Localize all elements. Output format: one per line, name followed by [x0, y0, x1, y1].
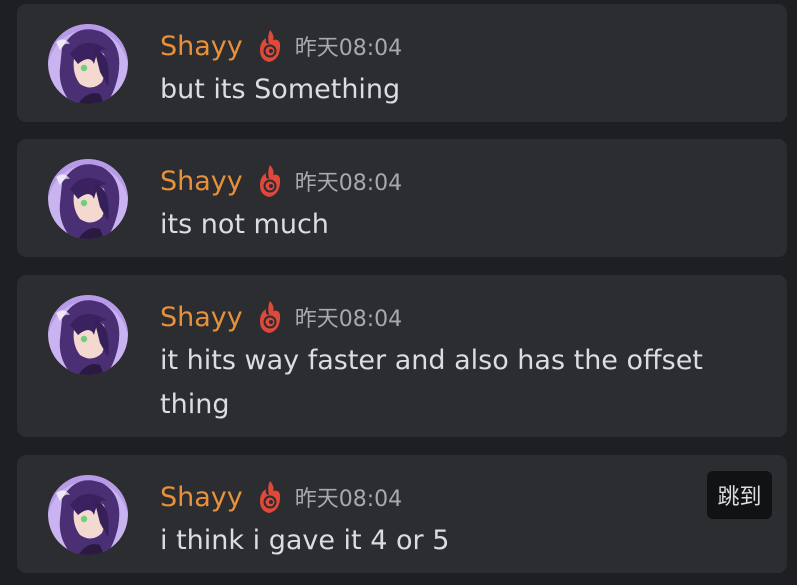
timestamp: 昨天08:04: [294, 36, 403, 61]
timestamp: 昨天08:04: [294, 307, 403, 332]
avatar[interactable]: [48, 475, 128, 555]
message-card[interactable]: Shayy 昨天08:04 it hits way faster and als…: [17, 275, 787, 437]
flame-role-icon[interactable]: [257, 479, 283, 515]
username[interactable]: Shayy: [160, 31, 243, 62]
flame-role-icon[interactable]: [257, 163, 283, 199]
avatar-image: [48, 475, 128, 555]
message-text: but its Something: [160, 74, 401, 105]
flame-role-icon[interactable]: [257, 28, 283, 64]
username[interactable]: Shayy: [160, 482, 243, 513]
message-text: it hits way faster and also has the offs…: [160, 345, 703, 420]
avatar[interactable]: [48, 24, 128, 104]
message-header: Shayy 昨天08:04: [160, 295, 402, 339]
avatar[interactable]: [48, 295, 128, 375]
message-header: Shayy 昨天08:04: [160, 475, 402, 519]
timestamp: 昨天08:04: [294, 487, 403, 512]
username[interactable]: Shayy: [160, 302, 243, 333]
message-header: Shayy 昨天08:04: [160, 159, 402, 203]
message-card[interactable]: Shayy 昨天08:04 its not much: [17, 139, 787, 257]
username[interactable]: Shayy: [160, 166, 243, 197]
message-card[interactable]: Shayy 昨天08:04 i think i gave it 4 or 5 跳…: [17, 455, 787, 573]
message-text: i think i gave it 4 or 5: [160, 525, 450, 556]
avatar[interactable]: [48, 159, 128, 239]
flame-role-icon[interactable]: [257, 299, 283, 335]
avatar-image: [48, 24, 128, 104]
message-text: its not much: [160, 209, 329, 240]
jump-to-button[interactable]: 跳到: [707, 471, 772, 519]
message-card[interactable]: Shayy 昨天08:04 but its Something: [17, 4, 787, 122]
avatar-image: [48, 295, 128, 375]
message-header: Shayy 昨天08:04: [160, 24, 402, 68]
avatar-image: [48, 159, 128, 239]
timestamp: 昨天08:04: [294, 171, 403, 196]
